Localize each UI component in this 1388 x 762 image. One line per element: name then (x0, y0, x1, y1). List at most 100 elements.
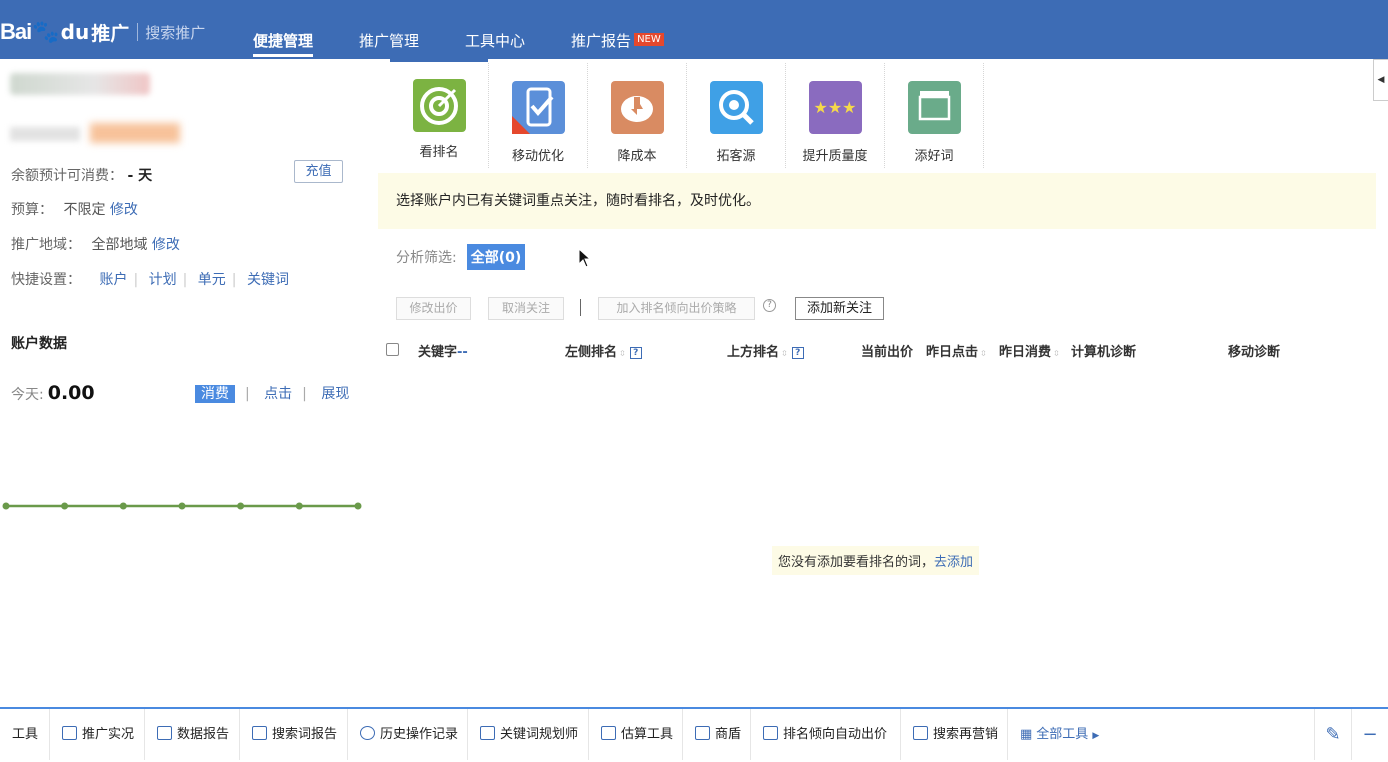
today-stat: 今天: 0.00 (11, 382, 95, 404)
balance-days-row: 余额预计可消费： - 天 (11, 168, 153, 184)
target-icon (412, 79, 466, 132)
bottom-keyword-planner[interactable]: 关键词规划师 (468, 709, 589, 760)
bottom-estimate-tool[interactable]: 估算工具 (589, 709, 683, 760)
tool-add-words[interactable]: 添好词 (885, 63, 984, 168)
modify-bid-button[interactable]: 修改出价 (396, 297, 471, 320)
quick-link-unit[interactable]: 单元 (198, 272, 226, 288)
bar-chart-icon (157, 726, 172, 740)
clock-icon (360, 726, 375, 740)
logo-divider (137, 23, 139, 41)
col-yesterday-cost[interactable]: 昨日消费 ⇳ (999, 341, 1060, 360)
help-icon[interactable]: ? (791, 347, 804, 359)
user-icon (913, 726, 928, 740)
nav-promotion-report[interactable]: 推广报告 NEW (571, 30, 664, 54)
main-nav: 便捷管理 推广管理 工具中心 推广报告 NEW (253, 30, 710, 57)
quick-link-keyword[interactable]: 关键词 (247, 272, 289, 288)
metric-click-tab[interactable]: 点击 (264, 386, 292, 402)
col-left-rank[interactable]: 左侧排名 ⇳? (565, 341, 642, 360)
collapse-panel-button[interactable]: ◀ (1373, 59, 1388, 101)
trend-point (2, 502, 10, 510)
col-mobile-diagnosis[interactable]: 移动诊断 (1228, 341, 1280, 360)
trend-point (354, 502, 362, 510)
top-bar: Bai 🐾 du 推广 搜索推广 便捷管理 推广管理 工具中心 推广报告 NEW (0, 0, 1388, 59)
monitor-icon (62, 726, 77, 740)
bottom-live-preview[interactable]: 推广实况 (50, 709, 145, 760)
metric-cost-tab[interactable]: 消费 (195, 385, 235, 403)
tip-banner: 选择账户内已有关键词重点关注，随时看排名，及时优化。 (378, 173, 1376, 229)
pencil-icon[interactable]: ✎ (1314, 709, 1352, 760)
select-all-checkbox[interactable] (386, 343, 399, 356)
tool-improve-quality[interactable]: ★★★ 提升质量度 (786, 63, 885, 168)
region-edit-link[interactable]: 修改 (152, 237, 180, 253)
col-top-rank[interactable]: 上方排名 ⇳? (727, 341, 804, 360)
metric-impression-tab[interactable]: 展现 (321, 386, 349, 402)
sort-icon: ⇳ (980, 349, 987, 358)
account-summary-panel: 余额预计可消费： - 天 充值 预算： 不限定 修改 推广地域： 全部地域 修改… (0, 59, 370, 707)
bottom-all-tools[interactable]: ▦ 全部工具 ▶ (1008, 709, 1118, 760)
trend-point (119, 502, 127, 510)
bottom-auto-rank-bid[interactable]: 排名倾向自动出价 (751, 709, 901, 760)
action-divider (580, 299, 581, 316)
quick-tools-row: 看排名 移动优化 降成本 拓客源 ★★★ 提升质量度 添好词 (390, 63, 984, 168)
tool-view-rank[interactable]: 看排名 (390, 63, 489, 168)
nav-promotion-manage[interactable]: 推广管理 (359, 30, 419, 54)
col-current-bid[interactable]: 当前出价 (861, 341, 913, 360)
phone-check-icon (511, 81, 565, 134)
help-icon[interactable]: ? (629, 347, 642, 359)
bottom-data-report[interactable]: 数据报告 (145, 709, 240, 760)
balance-value-blurred (90, 123, 180, 143)
trend-point (295, 502, 303, 510)
mouse-cursor-icon (578, 248, 592, 268)
caret-left-icon: ◀ (1377, 75, 1385, 85)
sort-icon: ⇳ (1053, 349, 1060, 358)
list-icon (601, 726, 616, 740)
account-name-blurred (10, 73, 150, 95)
bottom-shield[interactable]: 商盾 (683, 709, 751, 760)
minimize-icon[interactable]: − (1360, 709, 1380, 760)
quick-link-plan[interactable]: 计划 (149, 272, 177, 288)
help-icon[interactable]: ? (763, 299, 776, 312)
nav-quick-manage[interactable]: 便捷管理 (253, 30, 314, 57)
trend-point (178, 502, 186, 510)
new-badge: NEW (634, 33, 664, 46)
add-follow-button[interactable]: 添加新关注 (795, 297, 884, 320)
col-keyword[interactable]: 关键字-- (418, 341, 468, 360)
magnifier-icon (709, 81, 763, 134)
bottom-history-log[interactable]: 历史操作记录 (348, 709, 468, 760)
trend-point (237, 502, 245, 510)
budget-edit-link[interactable]: 修改 (110, 202, 138, 218)
nav-tool-center[interactable]: 工具中心 (465, 30, 525, 54)
budget-row: 预算： 不限定 修改 (11, 202, 138, 218)
active-tool-indicator (390, 59, 488, 62)
col-pc-diagnosis[interactable]: 计算机诊断 (1071, 341, 1136, 360)
quick-settings-row: 快捷设置： 账户 | 计划 | 单元 | 关键词 (11, 272, 289, 288)
bottom-search-term-report[interactable]: 搜索词报告 (240, 709, 348, 760)
bottom-tools-label: 工具 (0, 709, 50, 760)
caret-right-icon: ▶ (1092, 731, 1100, 741)
logo-product: 推广 (91, 22, 130, 45)
quick-link-account[interactable]: 账户 (99, 272, 127, 288)
col-yesterday-clicks[interactable]: 昨日点击 ⇳ (926, 341, 987, 360)
sort-icon: ⇳ (781, 349, 788, 358)
bottom-search-remarketing[interactable]: 搜索再营销 (901, 709, 1008, 760)
bottom-toolbar: 工具 推广实况 数据报告 搜索词报告 历史操作记录 关键词规划师 估算工具 商盾… (0, 707, 1388, 760)
filter-all-button[interactable]: 全部(0) (466, 244, 526, 270)
recharge-button[interactable]: 充值 (294, 160, 343, 183)
today-value: 0.00 (47, 382, 95, 404)
grid-icon: ▦ (1020, 727, 1033, 742)
metric-switch: 消费 | 点击 | 展现 (195, 383, 349, 403)
trend-point (61, 502, 69, 510)
unfollow-button[interactable]: 取消关注 (488, 297, 564, 320)
logo-subtitle: 搜索推广 (145, 23, 206, 42)
tool-reduce-cost[interactable]: 降成本 (588, 63, 687, 168)
edit-box-icon (763, 726, 778, 740)
shield-icon (695, 726, 710, 740)
add-rank-strategy-button[interactable]: 加入排名倾向出价策略 (598, 297, 755, 320)
baidu-tuiguang-logo[interactable]: Bai 🐾 du 推广 搜索推广 (0, 14, 205, 50)
tool-mobile-optimize[interactable]: 移动优化 (489, 63, 588, 168)
w-doc-icon (480, 726, 495, 740)
word-icon (907, 81, 961, 134)
tool-expand-customers[interactable]: 拓客源 (687, 63, 786, 168)
stars-icon: ★★★ (808, 81, 862, 134)
go-add-link[interactable]: 去添加 (934, 555, 973, 570)
